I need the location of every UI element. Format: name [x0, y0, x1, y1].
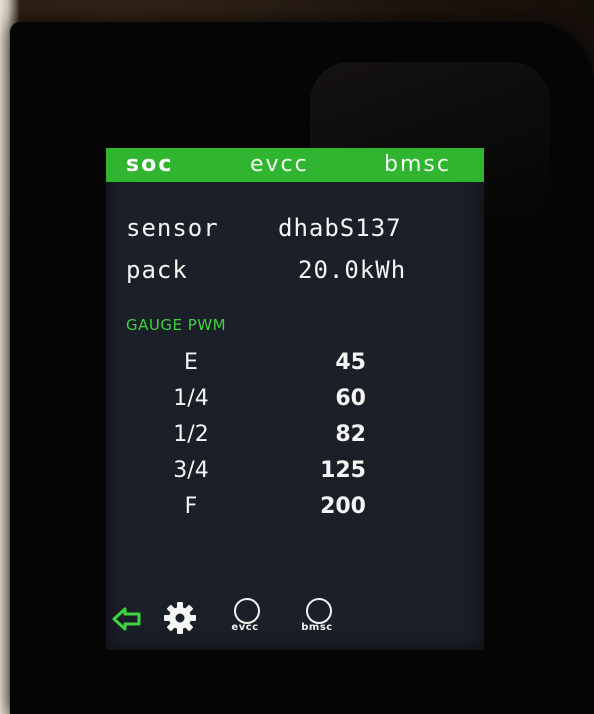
circle-icon: [306, 598, 332, 624]
tab-bar: soc evcc bmsc: [106, 148, 484, 182]
gauge-row: E 45: [106, 350, 484, 380]
circle-icon: [234, 598, 260, 624]
gauge-position: 1/4: [173, 386, 209, 411]
sensor-value: dhabS137: [278, 214, 402, 242]
pack-label: pack: [126, 256, 188, 284]
evcc-button[interactable]: evcc: [231, 598, 260, 638]
display-screen: soc evcc bmsc sensor dhabS137 pack 20.0k…: [106, 148, 484, 650]
gauge-position: 3/4: [173, 458, 209, 483]
bmsc-button-label: bmsc: [301, 622, 333, 633]
evcc-button-label: evcc: [231, 622, 259, 633]
gauge-row: 1/2 82: [106, 422, 484, 452]
back-button[interactable]: [112, 606, 142, 632]
tab-soc[interactable]: soc: [126, 152, 173, 177]
gauge-row: 1/4 60: [106, 386, 484, 416]
settings-button[interactable]: [162, 600, 198, 636]
bmsc-button[interactable]: bmsc: [301, 598, 332, 638]
gauge-value: 45: [335, 350, 366, 375]
gear-icon: [164, 602, 196, 634]
tab-bmsc[interactable]: bmsc: [384, 152, 451, 177]
arrow-left-icon: [112, 607, 141, 631]
gauge-pwm-heading: GAUGE PWM: [126, 316, 227, 334]
gauge-value: 200: [320, 494, 366, 519]
sensor-label: sensor: [126, 214, 219, 242]
gauge-row: F 200: [106, 494, 484, 524]
gauge-value: 82: [335, 422, 366, 447]
bottom-toolbar: evcc bmsc: [106, 590, 484, 650]
gauge-position: E: [184, 350, 198, 375]
gauge-row: 3/4 125: [106, 458, 484, 488]
tab-evcc[interactable]: evcc: [250, 152, 309, 177]
gauge-position: 1/2: [173, 422, 209, 447]
pack-value: 20.0kWh: [298, 256, 407, 284]
gauge-value: 125: [320, 458, 366, 483]
gauge-value: 60: [335, 386, 366, 411]
gauge-position: F: [184, 494, 198, 519]
